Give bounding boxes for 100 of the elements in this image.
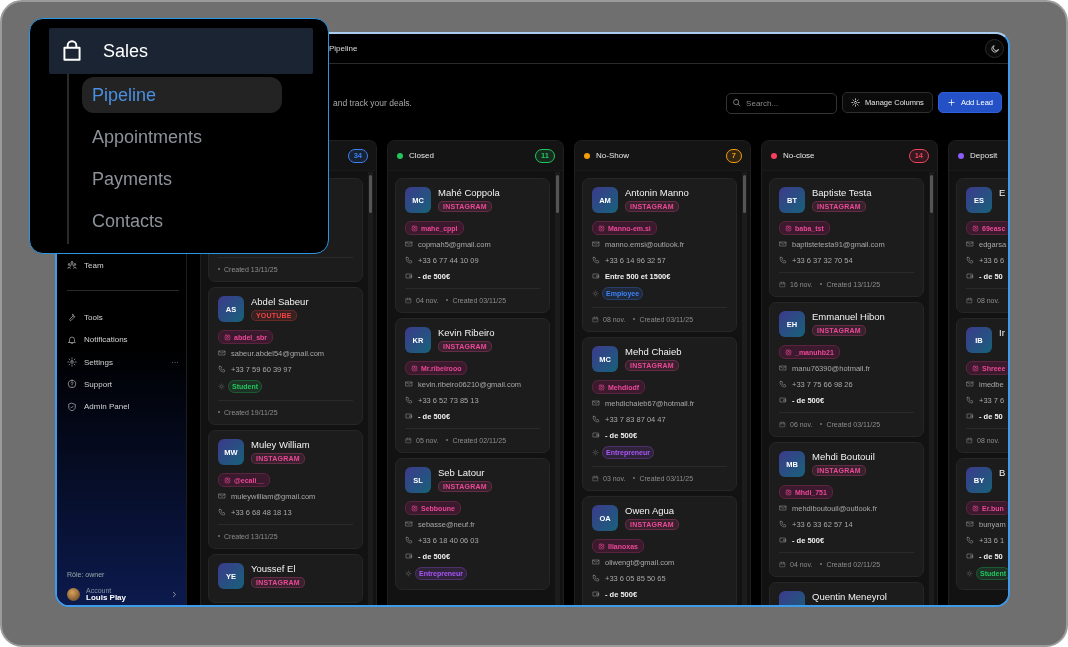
settings-icon: [851, 98, 861, 107]
instagram-icon: [411, 364, 418, 372]
mail-icon: [218, 349, 226, 357]
mail-icon: [966, 380, 974, 388]
instagram-icon: [224, 476, 231, 484]
instagram-icon: [224, 333, 231, 341]
nav-item[interactable]: Team: [67, 254, 179, 277]
mail-icon: [405, 520, 413, 528]
phone-icon: [779, 380, 787, 388]
mail-icon: [779, 240, 787, 248]
calendar-icon: [592, 315, 599, 323]
wallet-icon: [779, 536, 787, 544]
wallet-icon: [966, 272, 974, 280]
wallet-icon: [966, 552, 974, 560]
lead-name: Baptiste Testa: [812, 187, 872, 198]
nav-item[interactable]: Admin Panel: [67, 395, 179, 418]
avatar: [67, 588, 80, 602]
lead-name: B: [999, 467, 1006, 478]
lead-name: Ir: [999, 327, 1005, 338]
phone-icon: [592, 415, 600, 423]
instagram-icon: [785, 348, 792, 356]
search-icon: [732, 98, 742, 107]
mail-icon: [966, 240, 974, 248]
search-field[interactable]: Search...: [726, 93, 838, 114]
breadcrumb: Pipeline: [329, 44, 359, 53]
calendar-icon: [592, 474, 599, 482]
plus-icon: [946, 98, 956, 107]
menu-group-header[interactable]: Sales: [49, 28, 313, 74]
wallet-icon: [592, 272, 600, 280]
theme-toggle[interactable]: [985, 39, 1004, 58]
settings-icon: [67, 357, 77, 368]
lead-name: Mahé Coppola: [438, 187, 500, 198]
shield-icon: [67, 401, 77, 412]
lead-name: Abdel Sabeur: [251, 296, 309, 307]
help-icon: [67, 379, 77, 390]
more-icon[interactable]: ···: [171, 357, 179, 367]
column-title: Deposit: [970, 151, 998, 160]
phone-icon: [592, 256, 600, 264]
lead-name: Quentin Meneyrol: [812, 591, 887, 602]
instagram-icon: [972, 504, 979, 512]
mail-icon: [405, 240, 413, 248]
wallet-icon: [405, 412, 413, 420]
phone-icon: [966, 396, 974, 404]
bell-icon: [67, 334, 77, 345]
instagram-icon: [972, 224, 979, 232]
submenu-item[interactable]: Appointments: [82, 119, 282, 155]
submenu-item[interactable]: Contacts: [82, 203, 282, 239]
instagram-icon: [598, 224, 605, 232]
mail-icon: [592, 240, 600, 248]
nav-item[interactable]: Support: [67, 373, 179, 396]
sparkle-icon: [405, 570, 412, 577]
instagram-icon: [598, 383, 605, 391]
calendar-icon: [405, 436, 412, 444]
lead-name: Muley William: [251, 439, 310, 450]
scrollbar[interactable]: [742, 172, 747, 605]
wallet-icon: [779, 396, 787, 404]
lead-name: Emmanuel Hibon: [812, 311, 885, 322]
nav-item[interactable]: Tools: [67, 306, 179, 329]
submenu-item[interactable]: Pipeline: [82, 77, 282, 113]
page-description: and track your deals.: [333, 97, 413, 108]
column-title: Closed: [409, 151, 434, 160]
lead-name: Kevin Ribeiro: [438, 327, 495, 338]
scrollbar[interactable]: [555, 172, 560, 605]
calendar-icon: [966, 296, 973, 304]
lead-name: E: [999, 187, 1006, 198]
phone-icon: [405, 396, 413, 404]
wrench-icon: [67, 312, 77, 323]
mail-icon: [218, 492, 226, 500]
submenu-item[interactable]: Payments: [82, 161, 282, 197]
people-icon: [67, 260, 77, 271]
calendar-icon: [779, 420, 786, 428]
nav-item[interactable]: Settings ···: [67, 350, 179, 374]
mail-icon: [966, 520, 974, 528]
chevron-icon: [170, 590, 179, 600]
calendar-icon: [779, 280, 786, 288]
scrollbar[interactable]: [929, 172, 934, 605]
sparkle-icon: [966, 570, 973, 577]
sparkle-icon: [592, 290, 599, 297]
nav-item[interactable]: Notifications: [67, 328, 179, 351]
lead-name: Mehdi Boutouil: [812, 451, 875, 462]
phone-icon: [966, 256, 974, 264]
wallet-icon: [592, 590, 600, 598]
wallet-icon: [592, 431, 600, 439]
phone-icon: [405, 536, 413, 544]
scrollbar[interactable]: [368, 172, 373, 605]
wallet-icon: [405, 272, 413, 280]
calendar-icon: [966, 436, 973, 444]
phone-icon: [779, 256, 787, 264]
mail-icon: [592, 558, 600, 566]
instagram-icon: [785, 488, 792, 496]
instagram-icon: [785, 224, 792, 232]
instagram-icon: [598, 542, 605, 550]
phone-icon: [218, 508, 226, 516]
lead-name: Owen Agua: [625, 505, 675, 516]
column-title: No-close: [783, 151, 815, 160]
mail-icon: [405, 380, 413, 388]
instagram-icon: [972, 364, 979, 372]
phone-icon: [592, 574, 600, 582]
column-title: No-Show: [596, 151, 629, 160]
lead-card[interactable]: Quentin Meneyrol: [769, 582, 924, 605]
